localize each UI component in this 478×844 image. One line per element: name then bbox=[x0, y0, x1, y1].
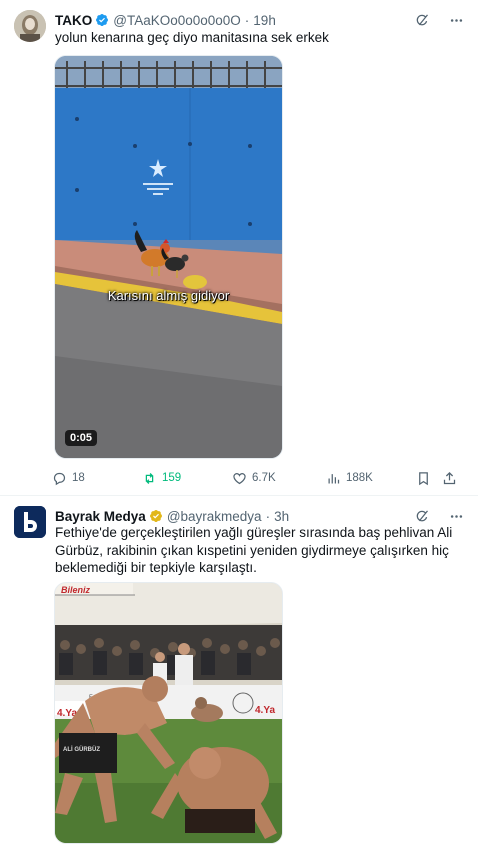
verified-badge-gold-icon bbox=[149, 509, 163, 523]
like-count: 6.7K bbox=[252, 472, 276, 484]
views-count: 188K bbox=[346, 472, 373, 484]
share-icon bbox=[443, 471, 456, 484]
like-button[interactable]: 6.7K bbox=[232, 471, 326, 486]
display-name[interactable]: TAKO bbox=[55, 13, 92, 28]
tweet-image[interactable]: Bileniz 4.Ya 4.Ya ALİ GÜRBÜZ bbox=[54, 582, 283, 844]
bookmark-button[interactable] bbox=[416, 471, 442, 486]
video-caption: Karısını almış gidiyor bbox=[107, 288, 230, 303]
tweet-header: TAKO @TAaKOo0o0o0o0O · 19h bbox=[55, 11, 464, 29]
tweet-text: Fethiye'de gerçekleştirilen yağlı güreşl… bbox=[55, 525, 453, 575]
tweet-1[interactable]: TAKO @TAaKOo0o0o0o0O · 19h yolun kenarın… bbox=[0, 0, 478, 495]
grok-icon[interactable] bbox=[414, 508, 430, 524]
sign-text: Bileniz bbox=[61, 585, 91, 595]
more-options-icon[interactable] bbox=[448, 12, 464, 28]
tweet-text: yolun kenarına geç diyo manitasına sek e… bbox=[55, 30, 329, 45]
avatar[interactable] bbox=[14, 10, 46, 42]
bayrak-logo-icon bbox=[14, 506, 46, 538]
bookmark-icon bbox=[419, 471, 428, 485]
timestamp[interactable]: 3h bbox=[274, 509, 289, 524]
reply-count: 18 bbox=[72, 472, 85, 484]
video-duration: 0:05 bbox=[65, 430, 98, 446]
tweet-2[interactable]: Bayrak Medya @bayrakmedya · 3h Fethiye'd… bbox=[0, 496, 478, 844]
repost-count: 159 bbox=[162, 472, 182, 484]
views-button[interactable]: 188K bbox=[326, 471, 416, 486]
reply-button[interactable]: 18 bbox=[52, 471, 142, 486]
repost-button[interactable]: 159 bbox=[142, 471, 232, 486]
banner-text-right: 4.Ya bbox=[255, 705, 275, 716]
reply-icon bbox=[53, 472, 66, 485]
separator-dot: · bbox=[244, 12, 250, 28]
more-options-icon[interactable] bbox=[448, 508, 464, 524]
user-handle[interactable]: @TAaKOo0o0o0o0O bbox=[113, 13, 241, 28]
repost-icon bbox=[145, 472, 154, 484]
video-frame bbox=[55, 56, 282, 458]
views-icon bbox=[328, 473, 340, 483]
separator-dot: · bbox=[265, 508, 271, 524]
avatar[interactable] bbox=[14, 506, 46, 538]
timestamp[interactable]: 19h bbox=[253, 13, 276, 28]
user-handle[interactable]: @bayrakmedya bbox=[167, 509, 262, 524]
tweet-video[interactable]: Karısını almış gidiyor 0:05 bbox=[54, 55, 283, 459]
verified-badge-icon bbox=[95, 13, 109, 27]
heart-icon bbox=[233, 472, 246, 484]
shorts-text: ALİ GÜRBÜZ bbox=[63, 746, 100, 753]
grok-icon[interactable] bbox=[414, 12, 430, 28]
tweet-header: Bayrak Medya @bayrakmedya · 3h bbox=[55, 507, 464, 525]
display-name[interactable]: Bayrak Medya bbox=[55, 509, 146, 524]
share-button[interactable] bbox=[442, 471, 457, 486]
tweet-actions: 18 159 6.7K 188K bbox=[52, 468, 470, 488]
wrestling-photo: Bileniz 4.Ya 4.Ya ALİ GÜRBÜZ bbox=[55, 583, 282, 843]
